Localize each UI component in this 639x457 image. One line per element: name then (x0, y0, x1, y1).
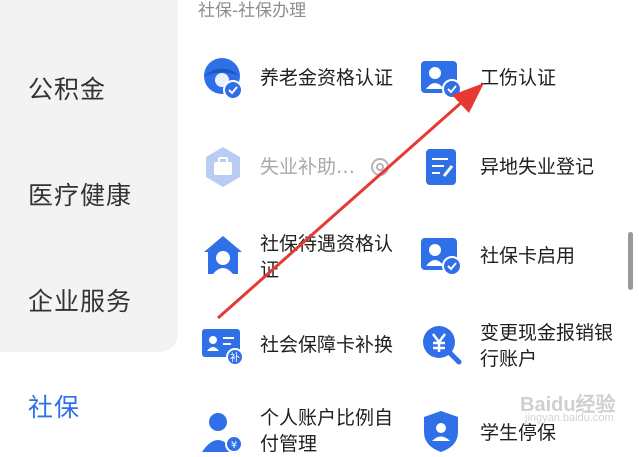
briefcase-icon (206, 147, 240, 187)
card-activate-icon (421, 238, 462, 276)
scrollbar[interactable] (628, 232, 633, 290)
register-document-icon (426, 149, 456, 185)
service-label: 社会保障卡补换 (260, 334, 394, 356)
yuan-search-icon (423, 326, 462, 365)
sidebar-item-social-security[interactable]: 社保 (28, 388, 80, 424)
service-label: 工伤认证 (480, 67, 557, 89)
sidebar-item-enterprise-service[interactable]: 企业服务 (28, 282, 132, 318)
sidebar-item-medical-health[interactable]: 医疗健康 (28, 176, 132, 212)
service-label: 异地失业登记 (480, 156, 595, 178)
svg-text:¥: ¥ (231, 440, 237, 451)
service-label: 养老金资格认证 (260, 67, 394, 89)
category-sidebar: 公积金 医疗健康 企业服务 社保 (0, 0, 178, 449)
watermark-url: jingyan.baidu.com (525, 412, 614, 424)
section-title: 社保-社保办理 (198, 1, 307, 21)
injury-certify-icon (421, 61, 462, 99)
service-content: 社保-社保办理 养老金资格认证 工伤认证 失业补助… 异地失业登记 社保待遇资格… (178, 0, 639, 455)
pension-user-check-icon (204, 58, 243, 100)
service-label: 社保待遇资格认证 (260, 233, 394, 281)
sidebar-item-housing-fund[interactable]: 公积金 (28, 70, 106, 106)
service-label: 社保卡启用 (480, 245, 576, 267)
service-label: 个人账户比例自付管理 (260, 407, 394, 455)
service-label: 变更现金报销银行账户 (480, 322, 614, 370)
student-shield-icon (424, 411, 458, 452)
svg-text:补: 补 (230, 351, 240, 364)
home-user-icon (204, 236, 242, 274)
id-card-replace-icon: 补 (202, 329, 244, 366)
info-circle-icon (371, 158, 389, 176)
personal-account-icon: ¥ (202, 413, 243, 453)
